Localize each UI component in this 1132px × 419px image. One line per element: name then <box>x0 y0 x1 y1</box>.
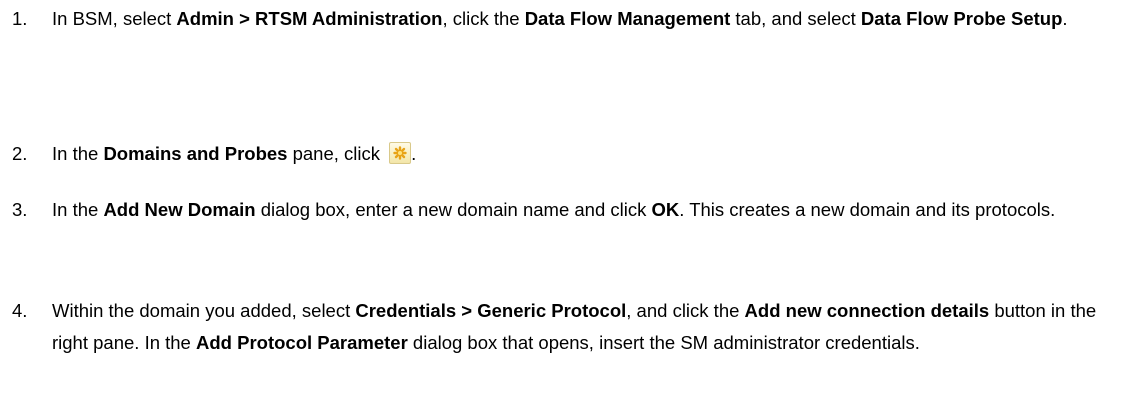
ui-term: Add Protocol Parameter <box>196 332 408 353</box>
new-star-icon[interactable] <box>389 142 412 164</box>
step-4: 4. Within the domain you added, select C… <box>12 295 1122 359</box>
ui-term: Credentials > Generic Protocol <box>355 300 627 321</box>
step-text-run: , and click the <box>626 300 745 321</box>
step-text: In the Domains and Probes pane, click . <box>52 138 1122 170</box>
step-text-run: , click the <box>442 8 525 29</box>
step-text-run: . This creates a new domain and its prot… <box>679 199 1056 220</box>
step-text-run: tab, and select <box>730 8 861 29</box>
step-text-run: In the <box>52 199 104 220</box>
ui-term: Add New Domain <box>103 199 256 220</box>
step-text-run: . <box>411 143 417 164</box>
step-text-run: In the <box>52 143 104 164</box>
step-number: 3. <box>12 199 28 220</box>
step-number: 2. <box>12 143 28 164</box>
ui-term: Admin > RTSM Administration <box>176 8 443 29</box>
ui-term: Domains and Probes <box>103 143 288 164</box>
step-number: 4. <box>12 300 28 321</box>
step-2: 2. In the Domains and Probes pane, click… <box>12 138 1122 170</box>
step-text-run: dialog box, enter a new domain name and … <box>255 199 652 220</box>
step-text-run: In BSM, select <box>52 8 177 29</box>
step-text-run: dialog box that opens, insert the SM adm… <box>407 332 920 353</box>
ui-term: OK <box>651 199 680 220</box>
step-text: In BSM, select Admin > RTSM Administrati… <box>52 3 1122 35</box>
step-text: In the Add New Domain dialog box, enter … <box>52 194 1122 226</box>
step-text-run: Within the domain you added, select <box>52 300 356 321</box>
step-text-run: pane, click <box>287 143 386 164</box>
ui-term: Data Flow Management <box>524 8 731 29</box>
ui-term: Add new connection details <box>744 300 990 321</box>
step-3: 3. In the Add New Domain dialog box, ent… <box>12 194 1122 226</box>
procedure-steps: 1. In BSM, select Admin > RTSM Administr… <box>0 0 1132 419</box>
step-text-run: . <box>1062 8 1068 29</box>
step-number: 1. <box>12 8 28 29</box>
step-1: 1. In BSM, select Admin > RTSM Administr… <box>12 3 1122 35</box>
step-text: Within the domain you added, select Cred… <box>52 295 1122 359</box>
ui-term: Data Flow Probe Setup <box>860 8 1063 29</box>
